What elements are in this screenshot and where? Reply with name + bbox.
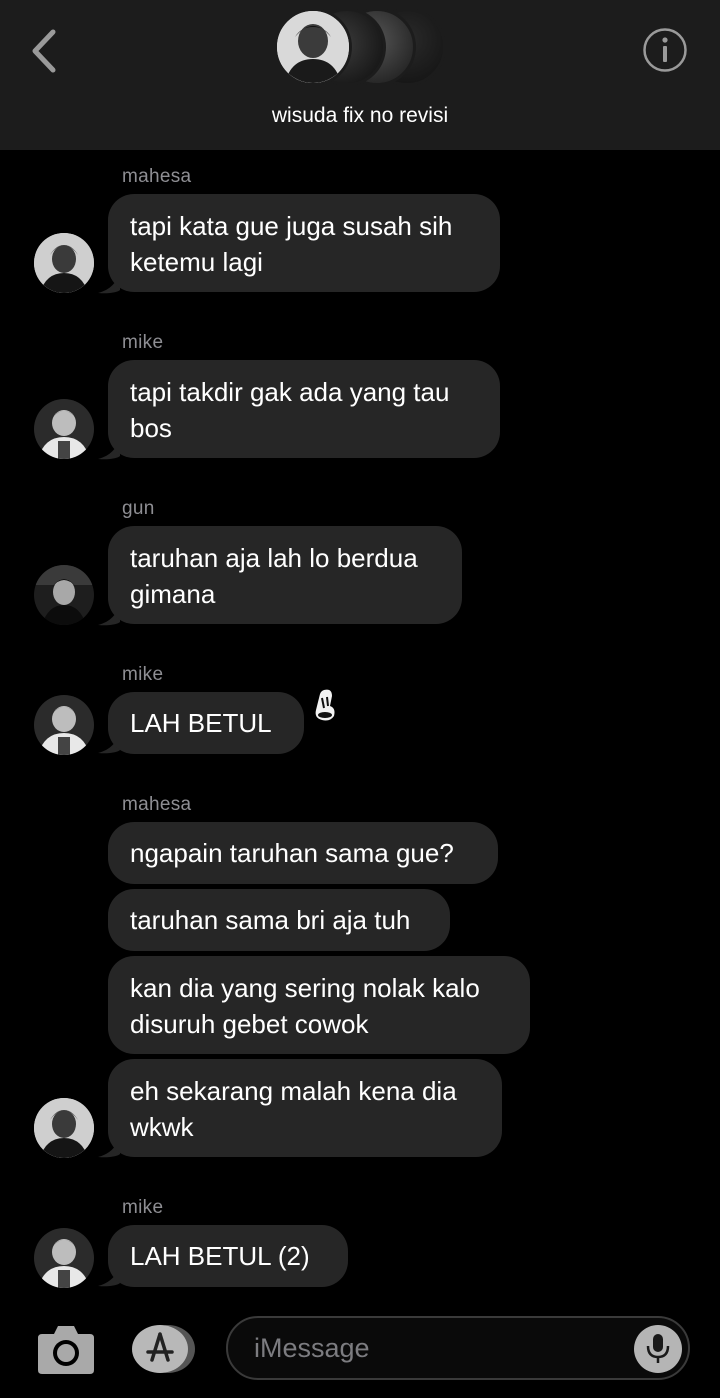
camera-icon [38, 1326, 94, 1374]
sender-name: mahesa [122, 166, 192, 187]
avatar[interactable] [34, 1098, 94, 1158]
info-button[interactable] [642, 27, 688, 73]
sender-name: gun [122, 498, 155, 519]
chat-header: wisuda fix no revisi [0, 0, 720, 150]
message-bubble[interactable]: tapi takdir gak ada yang tau bos [108, 360, 500, 458]
sender-name: mike [122, 332, 164, 353]
avatar[interactable] [34, 399, 94, 459]
avatar[interactable] [34, 565, 94, 625]
message-bubble[interactable]: tapi kata gue juga susah sih ketemu lagi [108, 194, 500, 292]
message-bubble[interactable]: taruhan sama bri aja tuh [108, 889, 450, 951]
conversation-title[interactable]: wisuda fix no revisi [0, 104, 720, 128]
sender-name: mahesa [122, 794, 192, 815]
message-bubble[interactable]: LAH BETUL [108, 692, 304, 754]
sender-name: mike [122, 1197, 164, 1218]
info-icon [643, 28, 687, 72]
message-bubble[interactable]: kan dia yang sering nolak kalo disuruh g… [108, 956, 530, 1054]
message-bubble[interactable]: LAH BETUL (2) [108, 1225, 348, 1287]
sender-name: mike [122, 664, 164, 685]
message-bubble[interactable]: eh sekarang malah kena dia wkwk [108, 1059, 502, 1157]
camera-button[interactable] [36, 1322, 96, 1376]
chevron-left-icon [32, 29, 56, 73]
back-button[interactable] [24, 26, 64, 76]
avatar[interactable] [34, 695, 94, 755]
group-avatar [274, 8, 352, 86]
microphone-button[interactable] [634, 1325, 682, 1373]
message-input[interactable] [226, 1316, 690, 1380]
message-bubble[interactable]: taruhan aja lah lo berdua gimana [108, 526, 462, 624]
app-store-icon [132, 1325, 195, 1373]
avatar[interactable] [34, 233, 94, 293]
avatar[interactable] [34, 1228, 94, 1288]
apps-button[interactable] [130, 1324, 198, 1374]
message-bubble[interactable]: ngapain taruhan sama gue? [108, 822, 498, 884]
group-avatar-stack[interactable] [272, 4, 452, 90]
emoji-sticker-icon [315, 689, 335, 721]
microphone-icon [646, 1334, 670, 1363]
